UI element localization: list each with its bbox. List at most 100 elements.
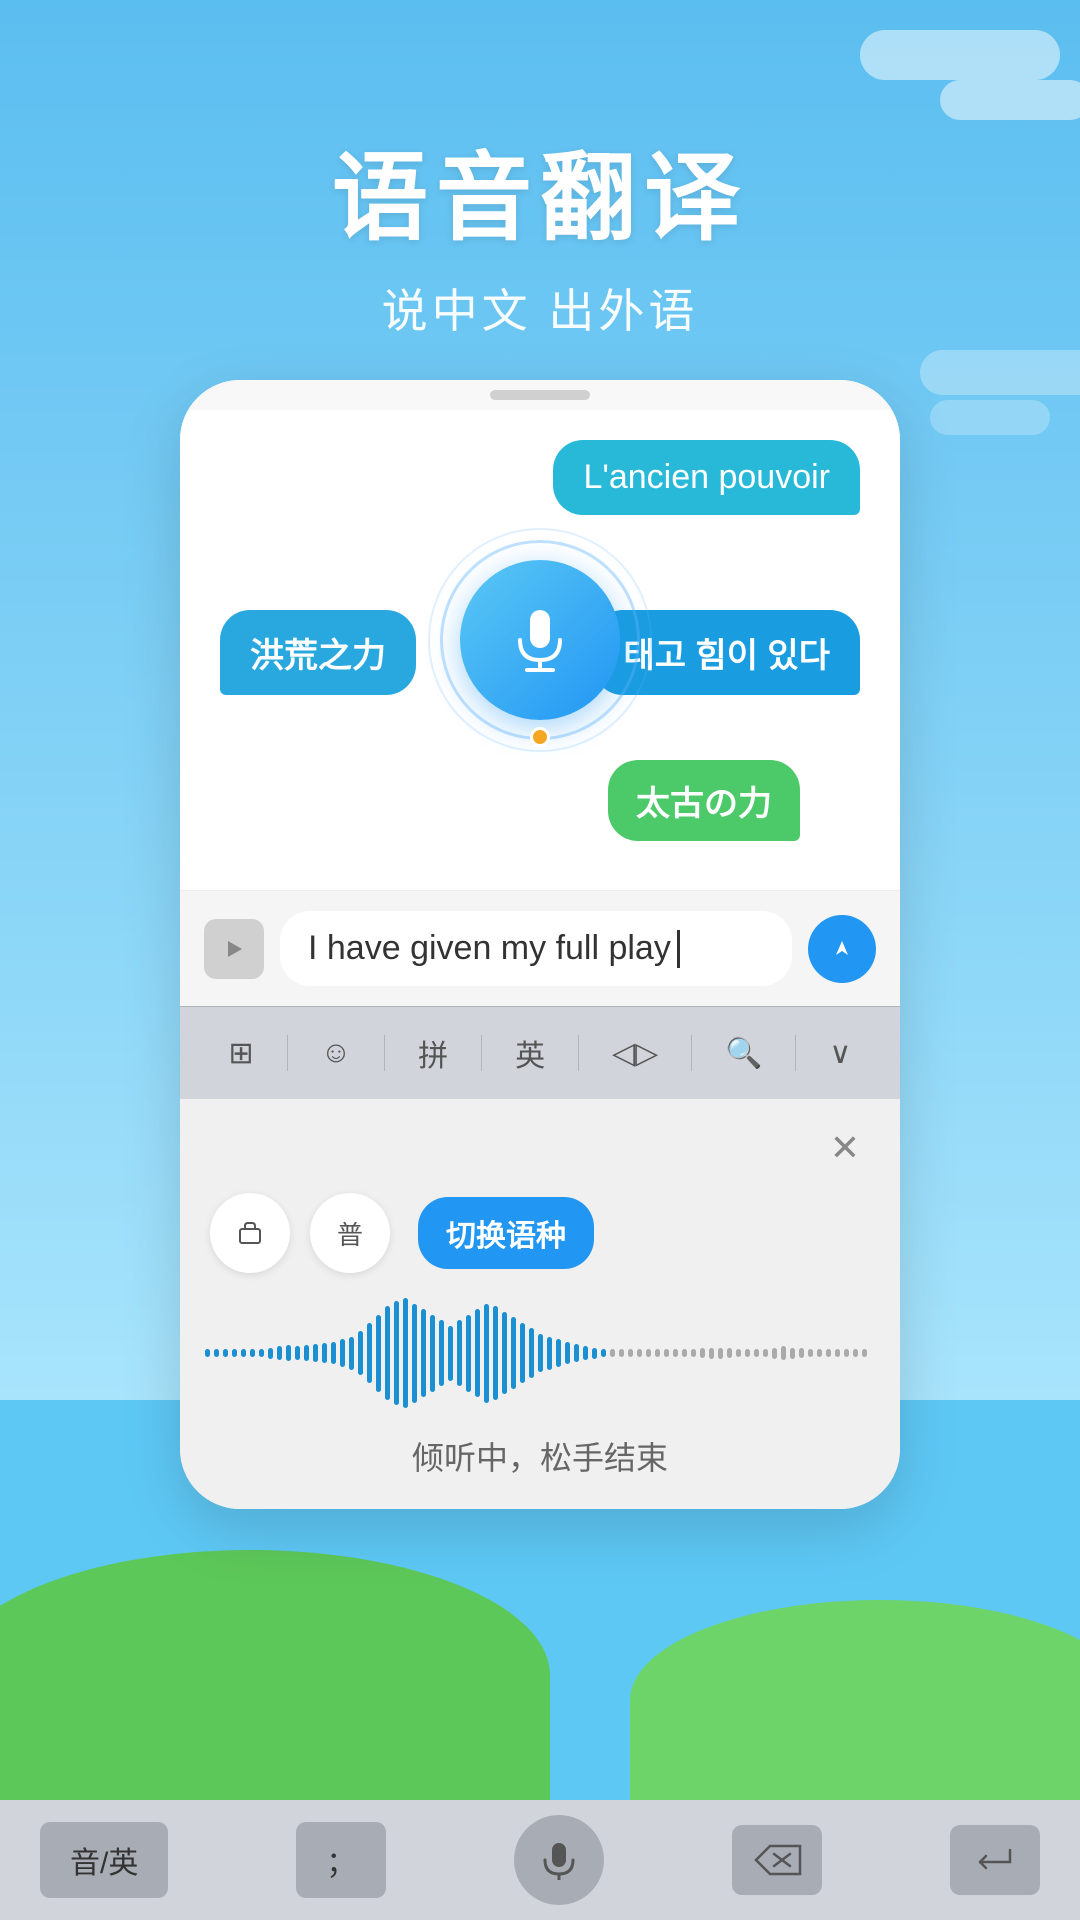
voice-option-briefcase[interactable] [210, 1193, 290, 1273]
wave-bar [817, 1349, 822, 1357]
wave-bar [826, 1349, 831, 1357]
wave-bar [547, 1337, 552, 1370]
mic-active-dot [530, 727, 550, 747]
waveform [210, 1293, 870, 1413]
wave-bar [682, 1349, 687, 1357]
wave-bar [259, 1349, 264, 1358]
wave-bar [331, 1342, 336, 1364]
backspace-key[interactable] [732, 1825, 822, 1895]
voice-lang-switch-button[interactable]: 切换语种 [418, 1197, 594, 1269]
wave-bar [466, 1315, 471, 1392]
wave-bar [664, 1349, 669, 1357]
wave-bar [781, 1346, 786, 1359]
kb-tool-search[interactable]: 🔍 [709, 1028, 778, 1079]
wave-bar [700, 1348, 705, 1358]
page-subtitle: 说中文 出外语 [0, 275, 1080, 341]
phone-frame: L'ancien pouvoir 洪荒之力 태고 힘이 있다 太古の力 [180, 380, 900, 1509]
wave-bar [646, 1349, 651, 1357]
wave-bar [457, 1320, 462, 1386]
wave-bar [556, 1339, 561, 1367]
input-text: I have given my full play [308, 929, 671, 968]
wave-bar [601, 1349, 606, 1358]
wave-bar [313, 1344, 318, 1362]
wave-bar [214, 1349, 219, 1357]
wave-bar [448, 1326, 453, 1381]
wave-bar [790, 1348, 795, 1359]
wave-bar [673, 1349, 678, 1357]
cursor [677, 930, 680, 968]
expand-button[interactable] [204, 919, 264, 979]
wave-bar [277, 1346, 282, 1359]
kb-divider-2 [384, 1035, 385, 1071]
wave-bar [709, 1348, 714, 1359]
wave-bar [322, 1343, 327, 1363]
wave-bar [736, 1349, 741, 1358]
comma-key[interactable]: ； [296, 1822, 386, 1898]
kb-tool-emoji[interactable]: ☺ [305, 1028, 368, 1078]
wave-bar [268, 1348, 273, 1359]
wave-bar [610, 1349, 615, 1357]
cloud-decoration-4 [930, 400, 1050, 435]
wave-bar [421, 1309, 426, 1397]
wave-bar [493, 1306, 498, 1400]
voice-option-standard[interactable]: 普 [310, 1193, 390, 1273]
voice-close-button[interactable]: ✕ [820, 1123, 870, 1173]
header: 语音翻译 说中文 出外语 [0, 0, 1080, 341]
mic-key[interactable] [514, 1815, 604, 1905]
chat-area: L'ancien pouvoir 洪荒之力 태고 힘이 있다 太古の力 [180, 410, 900, 890]
wave-bar [349, 1337, 354, 1370]
wave-bar [430, 1315, 435, 1392]
mic-key-icon [539, 1840, 579, 1880]
wave-bar [799, 1348, 804, 1358]
comma-label: ； [326, 1838, 356, 1882]
wave-bar [376, 1315, 381, 1392]
wave-bar [304, 1345, 309, 1360]
wave-bar [808, 1349, 813, 1358]
voice-options-row: 普 切换语种 [210, 1193, 870, 1273]
kb-tool-pinyin[interactable]: 拼 [402, 1023, 464, 1083]
voice-panel-header: ✕ [210, 1123, 870, 1173]
wave-bar [772, 1348, 777, 1359]
wave-bar [727, 1348, 732, 1358]
kb-tool-english[interactable]: 英 [499, 1023, 561, 1083]
wave-bar [862, 1349, 867, 1357]
wave-bar [619, 1349, 624, 1357]
input-bar: I have given my full play [180, 890, 900, 1006]
hills-background [0, 1500, 1080, 1800]
wave-bar [439, 1320, 444, 1386]
wave-bar [529, 1328, 534, 1378]
lang-switch-key[interactable]: 音/英 [40, 1822, 168, 1898]
wave-bar [592, 1348, 597, 1359]
expand-icon [220, 935, 248, 963]
wave-bar [565, 1342, 570, 1364]
kb-tool-grid[interactable]: ⊞ [212, 1028, 269, 1079]
wave-bar [223, 1349, 228, 1357]
wave-bar [475, 1309, 480, 1397]
standard-label: 普 [337, 1215, 363, 1252]
page-title: 语音翻译 [0, 120, 1080, 259]
mic-button[interactable] [460, 560, 620, 720]
kb-divider-1 [287, 1035, 288, 1071]
wave-bar [763, 1349, 768, 1358]
enter-key[interactable] [950, 1825, 1040, 1895]
wave-bar [205, 1349, 210, 1357]
voice-hint-text: 倾听中，松手结束 [210, 1433, 870, 1479]
backspace-icon [752, 1842, 802, 1878]
wave-bar [412, 1304, 417, 1403]
send-button[interactable] [808, 915, 876, 983]
kb-divider-3 [481, 1035, 482, 1071]
bubble-chinese: 洪荒之力 [220, 610, 416, 695]
wave-bar [511, 1317, 516, 1389]
wave-bar [232, 1349, 237, 1357]
phone-top-bar [180, 380, 900, 410]
wave-bar [367, 1323, 372, 1384]
text-input-display[interactable]: I have given my full play [280, 911, 792, 986]
wave-bar [502, 1312, 507, 1395]
kb-tool-handwrite[interactable]: ◁▷ [596, 1028, 674, 1079]
hill-right [630, 1600, 1080, 1800]
keyboard-toolbar: ⊞ ☺ 拼 英 ◁▷ 🔍 ∨ [180, 1006, 900, 1099]
wave-bar [718, 1348, 723, 1359]
kb-tool-collapse[interactable]: ∨ [813, 1028, 867, 1079]
wave-bar [655, 1349, 660, 1357]
wave-bar [637, 1349, 642, 1357]
